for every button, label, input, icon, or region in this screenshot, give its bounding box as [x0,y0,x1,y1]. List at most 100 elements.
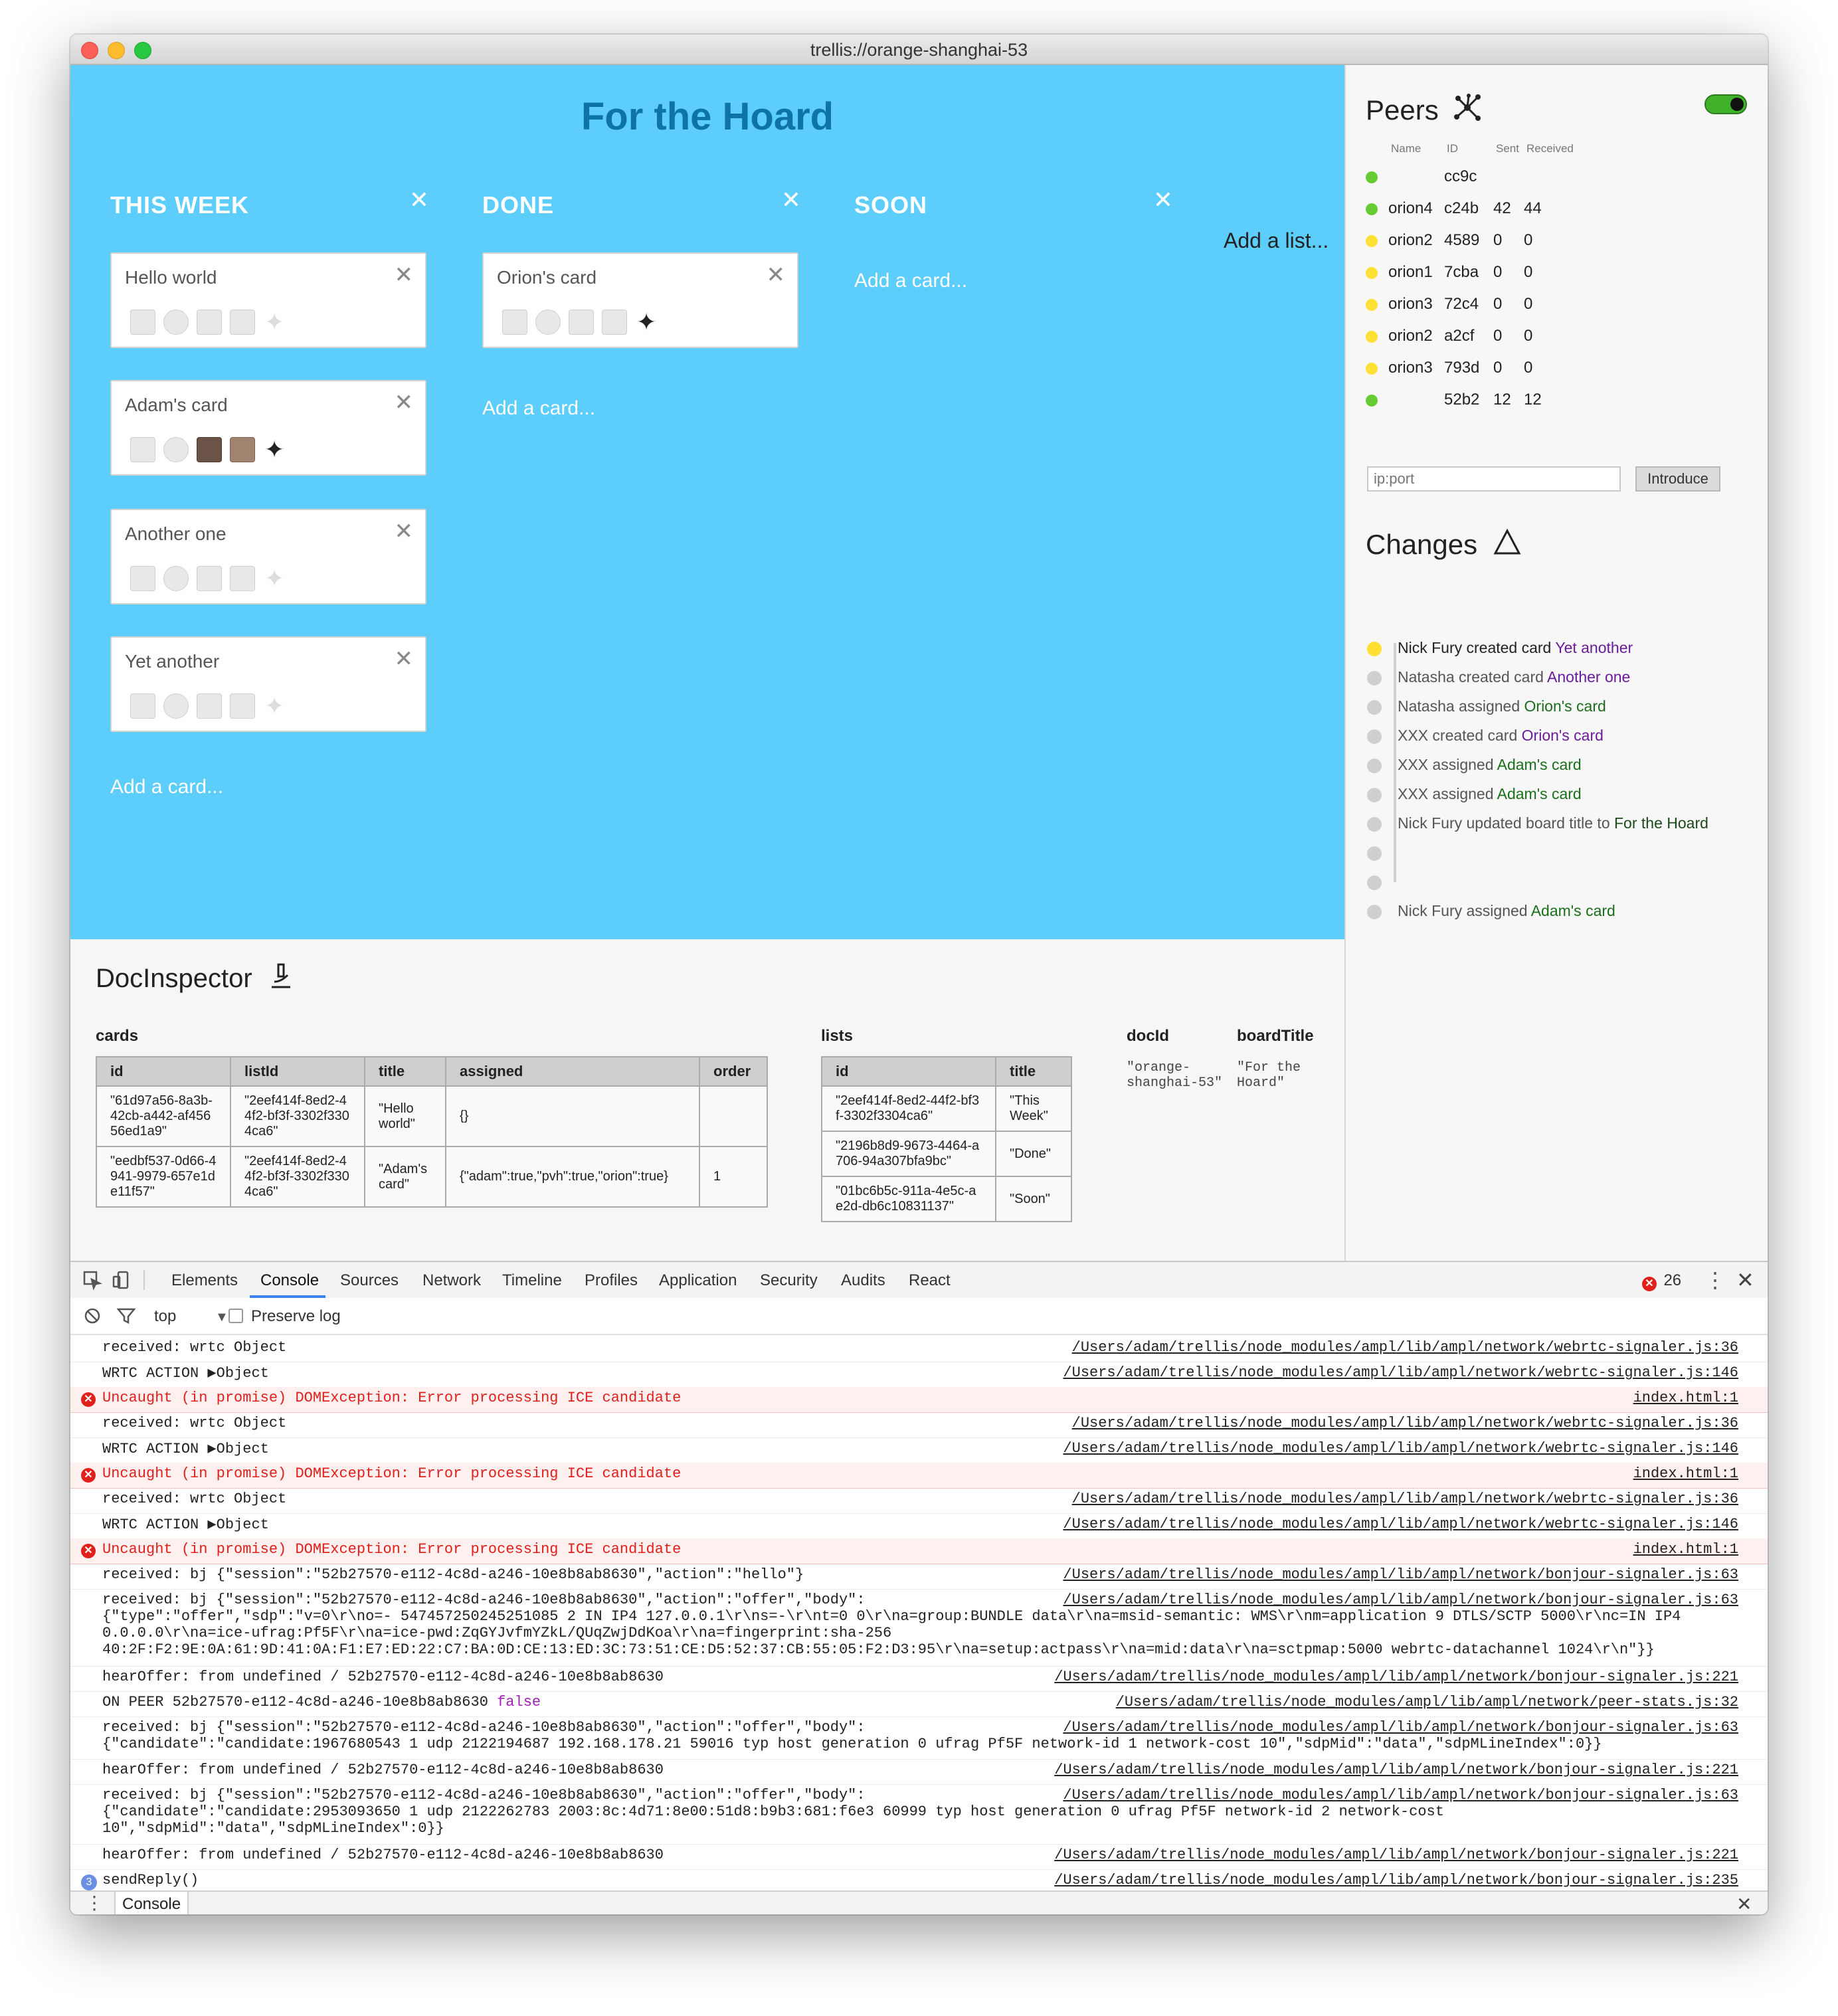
log-source-link[interactable]: /Users/adam/trellis/node_modules/ampl/li… [1063,1516,1738,1532]
assignee-avatar-1[interactable] [130,310,155,335]
preserve-log-checkbox[interactable] [229,1309,243,1323]
assignee-avatar-pvh[interactable] [230,566,255,591]
log-source-link[interactable]: index.html:1 [1633,1465,1738,1482]
card-orions-card[interactable]: Orion's card ✕ ✦ [482,252,798,348]
orion-logo-icon[interactable]: ✦ [636,308,656,336]
console-log-row[interactable]: WRTC ACTION ▶Object/Users/adam/trellis/n… [70,1362,1768,1388]
change-ref[interactable]: For the Hoard [1614,814,1708,832]
change-item[interactable]: Natasha assigned Orion's card [1366,693,1751,723]
change-ref[interactable]: Adam's card [1497,785,1582,802]
error-counter[interactable]: ✕ 26 [1642,1271,1681,1291]
change-item[interactable] [1366,869,1751,898]
log-source-link[interactable]: /Users/adam/trellis/node_modules/ampl/li… [1063,1440,1738,1457]
context-selector[interactable]: top ▼ [154,1307,229,1326]
log-source-link[interactable]: /Users/adam/trellis/node_modules/ampl/li… [1072,1339,1738,1356]
add-card-link[interactable]: Add a card... [110,776,223,798]
change-item[interactable]: Nick Fury assigned Adam's card [1366,898,1751,927]
log-source-link[interactable]: /Users/adam/trellis/node_modules/ampl/li… [1063,1364,1738,1381]
console-log-row[interactable]: received: wrtc Object/Users/adam/trellis… [70,1412,1768,1438]
assignee-avatar-2[interactable] [163,693,189,719]
device-toggle-icon[interactable] [112,1270,132,1290]
assignee-avatar-pvh[interactable] [230,437,255,462]
list-title[interactable]: DONE [482,191,554,219]
change-ref[interactable]: Yet another [1555,639,1633,656]
delete-list-icon[interactable]: ✕ [409,186,429,214]
tab-timeline[interactable]: Timeline [502,1271,562,1290]
console-log-row[interactable]: received: bj {"session":"52b27570-e112-4… [70,1784,1768,1845]
console-error-row[interactable]: ✕ Uncaught (in promise) DOMException: Err… [70,1538,1768,1564]
change-item[interactable]: XXX assigned Adam's card [1366,781,1751,810]
tab-security[interactable]: Security [760,1271,818,1290]
tab-react[interactable]: React [909,1271,951,1290]
tab-profiles[interactable]: Profiles [585,1271,638,1290]
card-adams-card[interactable]: Adam's card ✕ ✦ [110,380,426,476]
assignee-avatar-adam[interactable] [197,693,222,719]
change-ref[interactable]: Adam's card [1497,756,1582,773]
log-source-link[interactable]: index.html:1 [1633,1390,1738,1406]
orion-logo-icon[interactable]: ✦ [264,436,284,464]
console-log-row[interactable]: received: wrtc Object/Users/adam/trellis… [70,1336,1768,1362]
delete-list-icon[interactable]: ✕ [781,186,801,214]
drawer-tab-console[interactable]: Console [114,1892,189,1914]
change-ref[interactable]: Adam's card [1531,902,1615,919]
log-source-link[interactable]: index.html:1 [1633,1541,1738,1558]
log-source-link[interactable]: /Users/adam/trellis/node_modules/ampl/li… [1054,1669,1738,1685]
change-item[interactable]: Nick Fury updated board title to For the… [1366,810,1751,840]
assignee-avatar-2[interactable] [163,566,189,591]
filter-icon[interactable] [117,1307,136,1325]
card-title[interactable]: Adam's card [125,395,228,416]
delete-card-icon[interactable]: ✕ [395,646,414,672]
delete-card-icon[interactable]: ✕ [395,518,414,545]
card-title[interactable]: Orion's card [497,267,597,288]
introduce-button[interactable]: Introduce [1635,466,1720,492]
console-log-row[interactable]: received: bj {"session":"52b27570-e112-4… [70,1716,1768,1760]
card-hello-world[interactable]: Hello world ✕ ✦ [110,252,426,348]
card-another-one[interactable]: Another one ✕ ✦ [110,509,426,604]
assignee-avatar-pvh[interactable] [230,310,255,335]
console-error-row[interactable]: ✕ Uncaught (in promise) DOMException: Err… [70,1463,1768,1489]
change-item[interactable] [1366,840,1751,869]
change-ref[interactable]: Orion's card [1522,727,1604,744]
assignee-avatar-2[interactable] [163,437,189,462]
console-log-row[interactable]: hearOffer: from undefined / 52b27570-e11… [70,1666,1768,1692]
log-source-link[interactable]: /Users/adam/trellis/node_modules/ampl/li… [1054,1762,1738,1778]
assignee-avatar-adam[interactable] [569,310,594,335]
drawer-menu-icon[interactable]: ⋮ [85,1892,104,1914]
log-source-link[interactable]: /Users/adam/trellis/node_modules/ampl/li… [1063,1566,1738,1583]
console-log-row[interactable]: hearOffer: from undefined / 52b27570-e11… [70,1759,1768,1785]
console-log-row[interactable]: received: bj {"session":"52b27570-e112-4… [70,1564,1768,1590]
change-item[interactable]: XXX created card Orion's card [1366,723,1751,752]
delete-list-icon[interactable]: ✕ [1153,186,1173,214]
log-source-link[interactable]: /Users/adam/trellis/node_modules/ampl/li… [1063,1592,1738,1608]
log-source-link[interactable]: /Users/adam/trellis/node_modules/ampl/li… [1072,1415,1738,1431]
close-devtools-icon[interactable]: ✕ [1736,1267,1754,1293]
card-title[interactable]: Hello world [125,267,217,288]
clear-console-icon[interactable] [84,1307,101,1325]
delete-card-icon[interactable]: ✕ [395,262,414,288]
tab-elements[interactable]: Elements [171,1271,238,1290]
assignee-avatar-adam[interactable] [197,566,222,591]
add-card-link[interactable]: Add a card... [854,270,967,292]
network-toggle[interactable] [1704,94,1747,114]
console-log-row[interactable]: received: bj {"session":"52b27570-e112-4… [70,1589,1768,1667]
tab-application[interactable]: Application [659,1271,737,1290]
console-log-row[interactable]: hearOffer: from undefined / 52b27570-e11… [70,1844,1768,1870]
close-drawer-icon[interactable]: ✕ [1736,1893,1752,1914]
log-source-link[interactable]: /Users/adam/trellis/node_modules/ampl/li… [1072,1491,1738,1507]
card-yet-another[interactable]: Yet another ✕ ✦ [110,636,426,732]
assignee-avatar-adam[interactable] [197,437,222,462]
board-title[interactable]: For the Hoard [70,94,1344,139]
add-card-link[interactable]: Add a card... [482,397,595,420]
log-source-link[interactable]: /Users/adam/trellis/node_modules/ampl/li… [1116,1694,1738,1710]
ip-port-input[interactable] [1367,466,1621,492]
assignee-avatar-1[interactable] [130,566,155,591]
log-source-link[interactable]: /Users/adam/trellis/node_modules/ampl/li… [1063,1787,1738,1803]
delete-card-icon[interactable]: ✕ [767,262,786,288]
assignee-avatar-1[interactable] [130,693,155,719]
add-list-link[interactable]: Add a list... [1224,229,1329,253]
assignee-avatar-2[interactable] [163,310,189,335]
assignee-avatar-pvh[interactable] [602,310,627,335]
change-item[interactable]: Nick Fury created card Yet another [1366,635,1751,664]
log-source-link[interactable]: /Users/adam/trellis/node_modules/ampl/li… [1054,1872,1738,1888]
console-log-row[interactable]: WRTC ACTION ▶Object/Users/adam/trellis/n… [70,1513,1768,1539]
